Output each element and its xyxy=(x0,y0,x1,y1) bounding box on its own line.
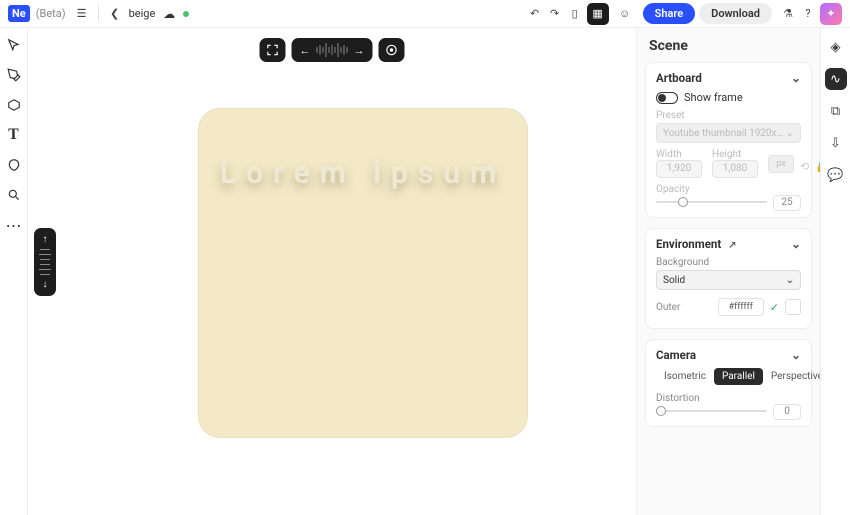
camera-isometric[interactable]: Isometric xyxy=(656,368,714,385)
artboard-text[interactable]: Lorem ipsum xyxy=(198,156,528,191)
qr-icon[interactable]: ▦ xyxy=(587,3,609,25)
distortion-label: Distortion xyxy=(656,393,801,404)
width-input[interactable]: 1,920 xyxy=(656,160,702,178)
section-camera: Camera ⌄ Isometric Parallel Perspective … xyxy=(645,339,812,427)
outer-hex-input[interactable]: #ffffff xyxy=(718,298,764,316)
opacity-label: Opacity xyxy=(656,184,801,195)
scrub-up-icon[interactable]: ↑ xyxy=(43,234,48,245)
left-tool-rail: T ⋯ xyxy=(0,28,28,515)
blob-tool-icon[interactable] xyxy=(5,156,23,174)
section-artboard-header[interactable]: Artboard ⌄ xyxy=(656,71,801,85)
background-value: Solid xyxy=(663,275,685,286)
more-tool-icon[interactable]: ⋯ xyxy=(5,216,23,234)
unit-select[interactable]: px xyxy=(768,155,794,173)
search-tool-icon[interactable] xyxy=(5,186,23,204)
section-environment: Environment ↗ ⌄ Background Solid ⌄ Outer… xyxy=(645,228,812,329)
pen-tool-icon[interactable] xyxy=(5,66,23,84)
properties-panel: Scene Artboard ⌄ Show frame Preset Youtu… xyxy=(636,28,820,515)
canvas[interactable]: ← → ↑ ↓ Lorem ipsum xyxy=(28,28,636,515)
select-tool-icon[interactable] xyxy=(5,36,23,54)
ai-icon[interactable]: ✦ xyxy=(820,3,842,25)
undo-icon[interactable]: ↶ xyxy=(525,4,545,24)
account-icon[interactable]: ☺ xyxy=(615,4,635,24)
preset-select[interactable]: Youtube thumbnail 1920x1080 ⌄ xyxy=(656,123,801,143)
check-icon: ✓ xyxy=(770,301,779,314)
document-name[interactable]: beige xyxy=(129,7,156,20)
chevron-down-icon: ⌄ xyxy=(791,348,801,362)
chevron-down-icon: ⌄ xyxy=(786,275,794,286)
menu-icon[interactable]: ☰ xyxy=(72,4,92,24)
panel-title: Scene xyxy=(637,28,820,62)
cloud-sync-icon[interactable]: ☁ xyxy=(163,7,175,21)
section-camera-title: Camera xyxy=(656,348,696,362)
reset-view-button[interactable] xyxy=(379,38,405,62)
chevron-down-icon: ⌄ xyxy=(791,71,801,85)
opacity-slider[interactable]: 25 xyxy=(656,195,801,209)
panel-layers-icon[interactable]: ⧉ xyxy=(825,100,847,122)
section-environment-title: Environment xyxy=(656,237,721,251)
download-button[interactable]: Download xyxy=(699,3,772,24)
timeline-next-icon[interactable]: → xyxy=(350,44,369,57)
background-label: Background xyxy=(656,257,801,268)
shape-tool-icon[interactable] xyxy=(5,96,23,114)
preset-label: Preset xyxy=(656,110,801,121)
preset-value: Youtube thumbnail 1920x1080 xyxy=(663,128,786,139)
artboard-surface[interactable]: Lorem ipsum xyxy=(198,108,528,438)
top-bar: Ne (Beta) ☰ ❮ beige ☁ ↶ ↷ ▯ ▦ ☺ Share Do… xyxy=(0,0,850,28)
back-icon[interactable]: ❮ xyxy=(105,4,125,24)
beta-tag: (Beta) xyxy=(36,7,66,20)
camera-perspective[interactable]: Perspective xyxy=(763,368,820,385)
status-dot-icon xyxy=(183,11,189,17)
device-icon[interactable]: ▯ xyxy=(565,4,585,24)
share-button[interactable]: Share xyxy=(643,3,696,24)
opacity-value[interactable]: 25 xyxy=(773,195,801,211)
distortion-value[interactable]: 0 xyxy=(773,404,801,420)
lab-icon[interactable]: ⚗ xyxy=(778,4,798,24)
scrub-down-icon[interactable]: ↓ xyxy=(43,279,48,290)
width-label: Width xyxy=(656,149,702,160)
chevron-down-icon: ⌄ xyxy=(786,128,794,139)
canvas-top-controls: ← → xyxy=(260,38,405,62)
opacity-slider-thumb[interactable] xyxy=(678,197,688,207)
panel-comments-icon[interactable]: 💬 xyxy=(825,164,847,186)
redo-icon[interactable]: ↷ xyxy=(545,4,565,24)
app-logo[interactable]: Ne xyxy=(8,5,30,22)
separator xyxy=(98,6,99,22)
link-dimensions-icon[interactable]: ⟲ xyxy=(800,160,809,173)
background-select[interactable]: Solid ⌄ xyxy=(656,270,801,290)
height-label: Height xyxy=(712,149,758,160)
timeline-prev-icon[interactable]: ← xyxy=(296,44,315,57)
help-icon[interactable]: ? xyxy=(798,4,818,24)
distortion-slider[interactable]: 0 xyxy=(656,404,801,418)
text-tool-icon[interactable]: T xyxy=(5,126,23,144)
outer-label: Outer xyxy=(656,302,680,313)
section-environment-header[interactable]: Environment ↗ ⌄ xyxy=(656,237,801,251)
section-camera-header[interactable]: Camera ⌄ xyxy=(656,348,801,362)
timeline-scrubber[interactable]: ← → xyxy=(292,38,373,62)
height-input[interactable]: 1,080 xyxy=(712,160,758,178)
chevron-down-icon: ⌄ xyxy=(791,237,801,251)
camera-parallel[interactable]: Parallel xyxy=(714,368,763,385)
camera-mode-segment[interactable]: Isometric Parallel Perspective xyxy=(656,368,801,385)
panel-export-icon[interactable]: ⇩ xyxy=(825,132,847,154)
section-artboard: Artboard ⌄ Show frame Preset Youtube thu… xyxy=(645,62,812,218)
right-icon-rail: ◈ ∿ ⧉ ⇩ 💬 xyxy=(820,28,850,515)
vertical-scrubber[interactable]: ↑ ↓ xyxy=(34,228,56,296)
distortion-slider-thumb[interactable] xyxy=(656,406,666,416)
external-link-icon[interactable]: ↗ xyxy=(728,240,736,251)
section-artboard-title: Artboard xyxy=(656,71,702,85)
show-frame-label: Show frame xyxy=(684,91,743,104)
fit-frame-button[interactable] xyxy=(260,38,286,62)
show-frame-toggle[interactable] xyxy=(656,92,678,104)
panel-settings-icon[interactable]: ∿ xyxy=(825,68,847,90)
panel-scene-icon[interactable]: ◈ xyxy=(825,36,847,58)
outer-color-swatch[interactable] xyxy=(785,299,801,315)
